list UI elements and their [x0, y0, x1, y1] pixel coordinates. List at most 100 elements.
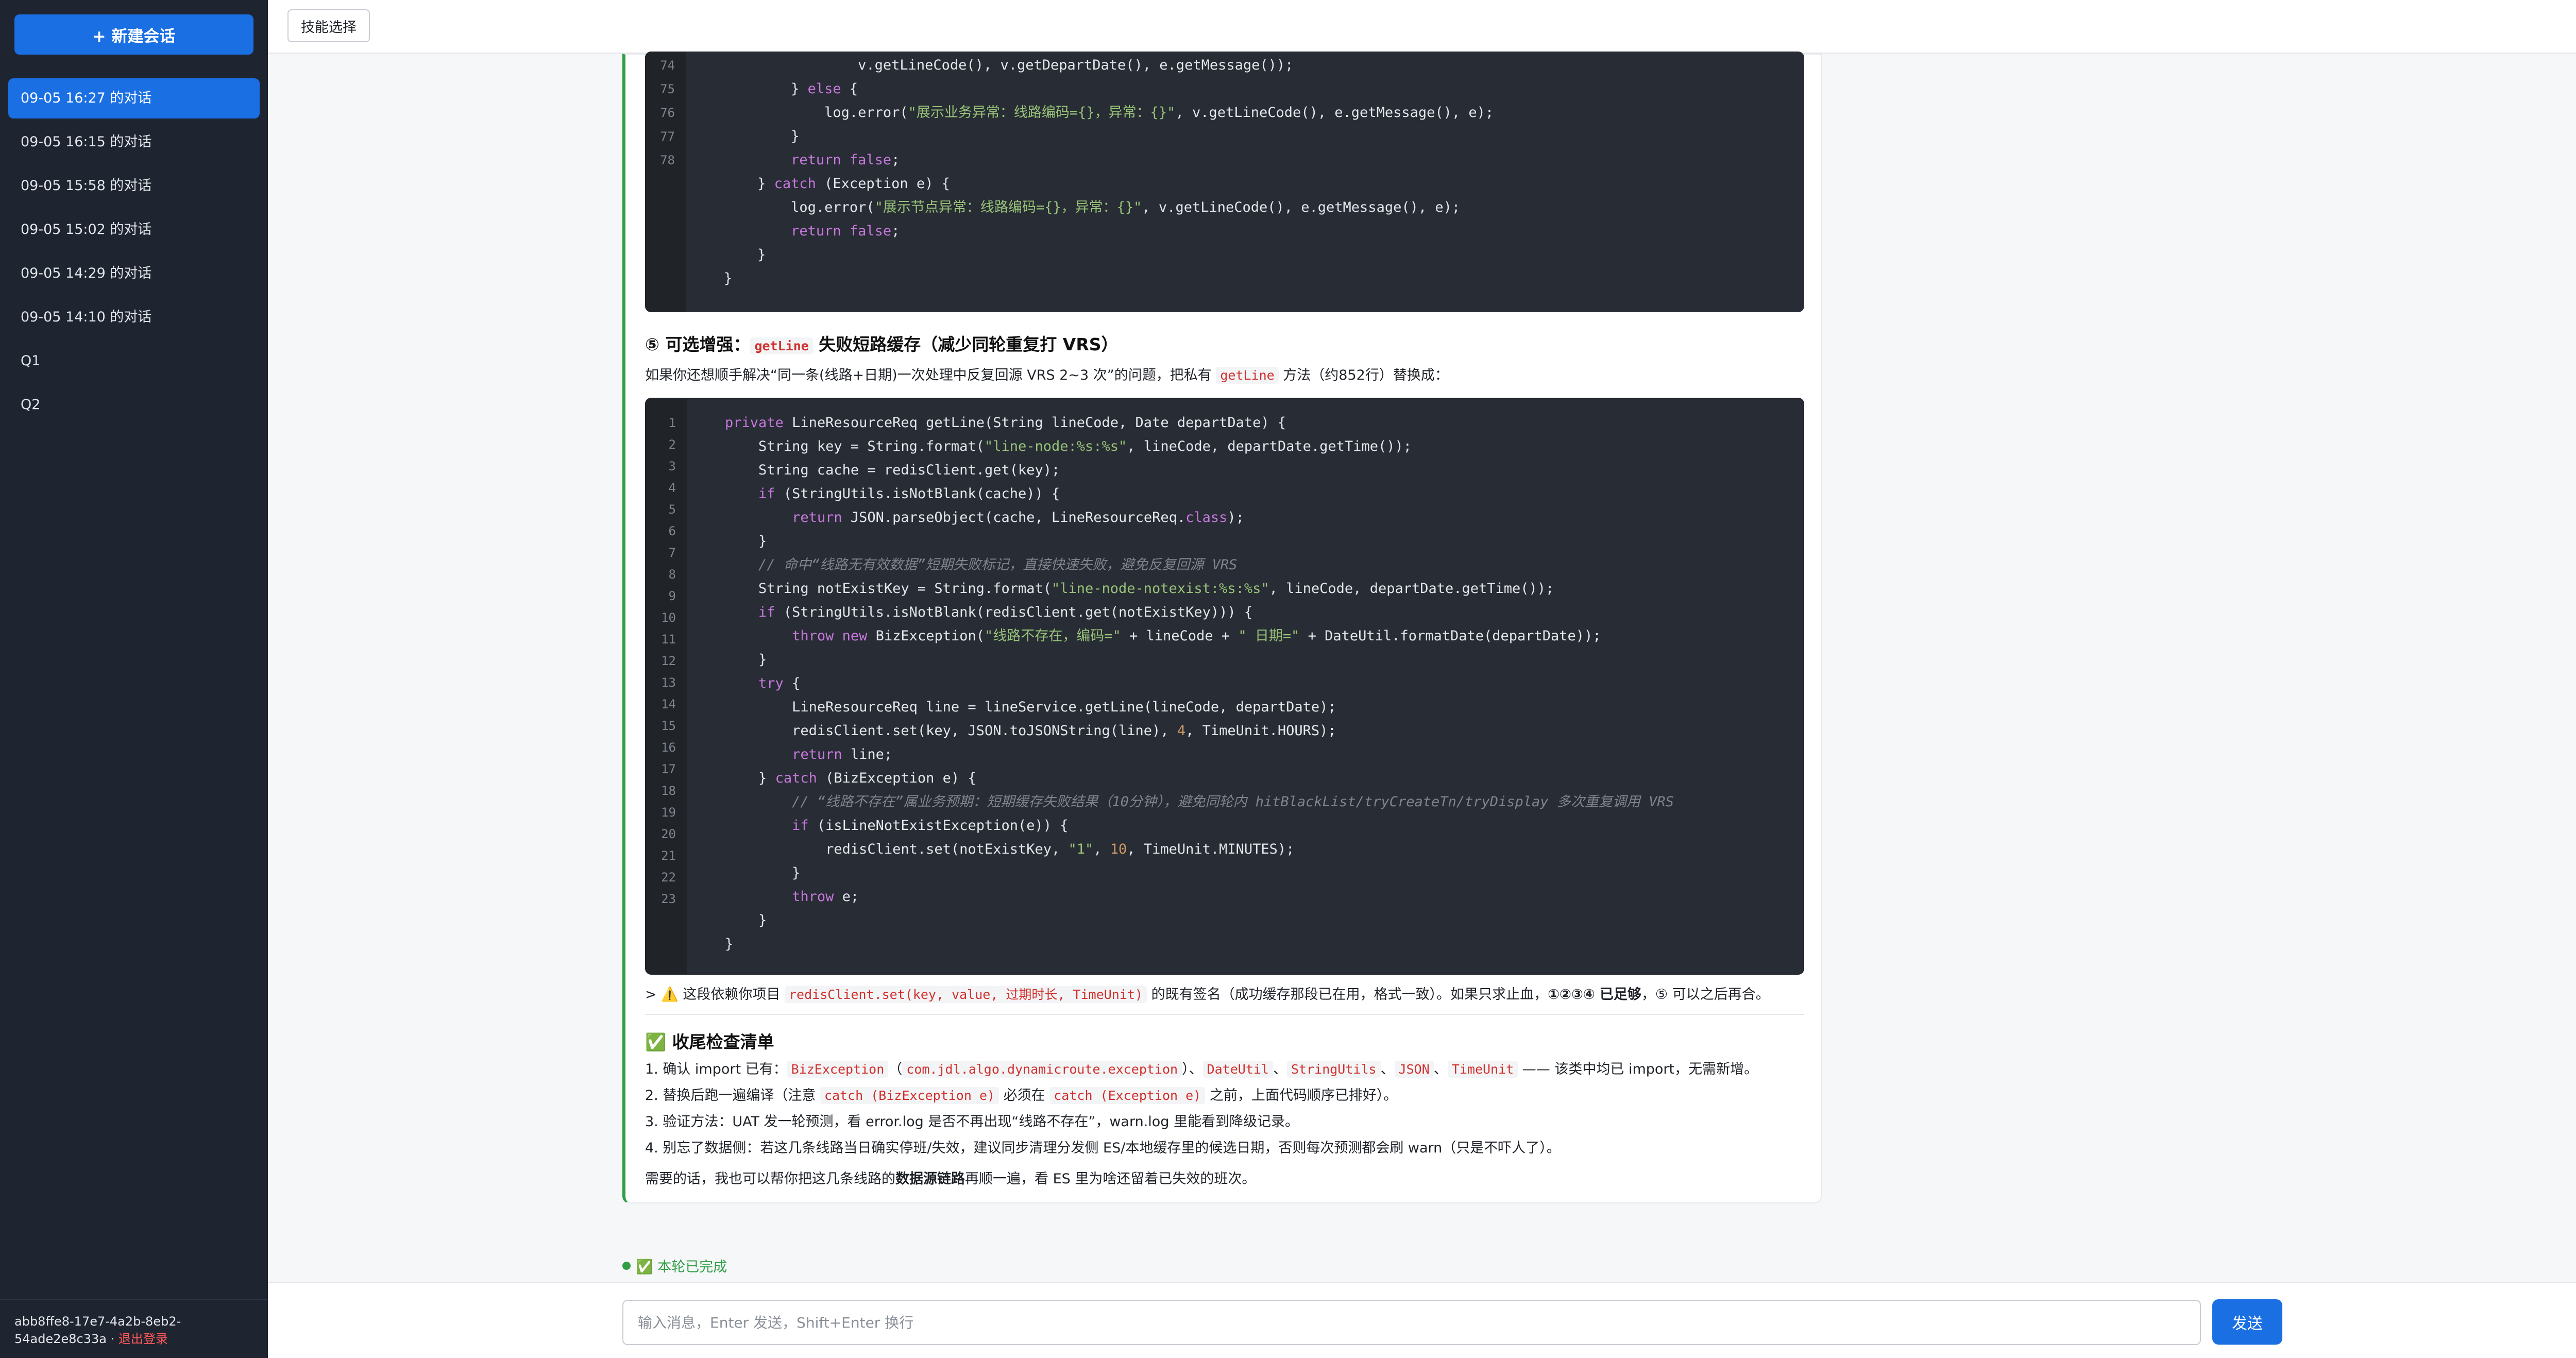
warning-note: > ⚠️ 这段依赖你项目 redisClient.set(key, value,… — [645, 983, 1770, 1003]
conversation-item[interactable]: 09-05 16:27 的对话 — [8, 78, 260, 118]
line-number: 77 — [660, 129, 675, 144]
conversation-item[interactable]: 09-05 15:58 的对话 — [8, 166, 260, 206]
line-number: 15 — [661, 719, 676, 733]
text: 替换后跑一遍编译（注意 — [663, 1088, 820, 1104]
inline-code: redisClient.set(key, value, 过期时长, TimeUn… — [785, 986, 1147, 1003]
code-line: } catch (BizException e) { — [691, 770, 976, 786]
line-number: 20 — [661, 827, 676, 841]
line-number: 23 — [661, 892, 676, 906]
inline-code: catch (BizException e) — [820, 1087, 999, 1104]
text: > ⚠️ 这段依赖你项目 — [645, 987, 785, 1003]
code-line: private LineResourceReq getLine(String l… — [725, 415, 1286, 431]
line-number: 2 — [668, 437, 676, 452]
inline-code: getLine — [750, 337, 813, 354]
text: 、 — [1273, 1061, 1287, 1077]
inline-code: BizException — [787, 1061, 889, 1078]
divider — [645, 1014, 1804, 1015]
conversation-item[interactable]: 09-05 14:29 的对话 — [8, 253, 260, 294]
text: 的既有签名（成功缓存那段已在用，格式一致）。如果只求止血， — [1147, 987, 1548, 1003]
skill-select-button[interactable]: 技能选择 — [287, 9, 370, 42]
text: 需要的话，我也可以帮你把这几条线路的 — [645, 1171, 895, 1187]
line-number: 6 — [668, 524, 676, 538]
line-number: 10 — [661, 610, 676, 625]
line-number: 16 — [661, 740, 676, 755]
line-number: 74 — [660, 58, 675, 73]
code-line: // “线路不存在”属业务预期：短期缓存失败结果（10分钟），避免同轮内 hit… — [792, 794, 1674, 810]
line-number: 75 — [660, 82, 675, 96]
text: 再顺一遍，看 ES 里为啥还留着已失效的班次。 — [965, 1171, 1256, 1187]
status-text: ✅ 本轮已完成 — [636, 1259, 727, 1275]
text: 之前，上面代码顺序已排好）。 — [1205, 1088, 1398, 1104]
text: （ — [888, 1061, 903, 1077]
new-chat-button[interactable]: + 新建会话 — [14, 14, 253, 55]
conversation-list: 09-05 16:27 的对话 09-05 16:15 的对话 09-05 15… — [8, 78, 260, 429]
text: 验证方法：UAT 发一轮预测，看 error.log 是否不再出现“线路不存在”… — [663, 1114, 1299, 1130]
inline-code: com.jdl.algo.dynamicroute.exception — [902, 1061, 1182, 1078]
conversation-item[interactable]: 09-05 15:02 的对话 — [8, 210, 260, 250]
conversation-item[interactable]: 09-05 14:10 的对话 — [8, 297, 260, 337]
text: 方法（约852行）替换成： — [1278, 367, 1449, 383]
line-number: 5 — [668, 502, 676, 517]
inline-code: DateUtil — [1202, 1061, 1273, 1078]
code-line: LineResourceReq line = lineService.getLi… — [691, 699, 1336, 715]
status-dot-icon — [622, 1261, 631, 1270]
inline-code: getLine — [1216, 367, 1279, 384]
code-line: return JSON.parseObject(cache, LineResou… — [792, 510, 1244, 525]
line-number: 76 — [660, 106, 675, 120]
code-line: throw e; — [792, 889, 859, 905]
code-line: throw new BizException("线路不存在，编码=" + lin… — [792, 628, 1601, 644]
code-line: return false; — [791, 152, 900, 168]
code-line: } — [691, 865, 801, 881]
text: ，⑤ 可以之后再合。 — [1641, 987, 1770, 1003]
checklist: 1. 确认 import 已有： BizException （com.jdl.alg… — [645, 1056, 1758, 1161]
code-line: return line; — [792, 746, 893, 762]
line-number: 11 — [661, 632, 676, 647]
inline-code: JSON — [1394, 1061, 1434, 1078]
code-line: String cache = redisClient.get(key); — [691, 462, 1060, 478]
code-line: String notExistKey = String.format("line… — [691, 581, 1554, 597]
inline-code: catch (Exception e) — [1049, 1087, 1206, 1104]
code-block: 1 private LineResourceReq getLine(String… — [645, 398, 1804, 975]
inline-code: TimeUnit — [1447, 1061, 1518, 1078]
list-item: 1. 确认 import 已有： BizException （com.jdl.alg… — [645, 1061, 1758, 1078]
line-number: 17 — [661, 762, 676, 776]
code-line: } — [691, 533, 767, 549]
top-bar: 技能选择 — [268, 0, 2576, 54]
checklist-heading: ✅ 收尾检查清单 — [645, 1032, 774, 1052]
user-id-line: abb8ffe8-17e7-4a2b-8eb2- — [14, 1314, 181, 1329]
input-bar: 发送 — [268, 1282, 2576, 1358]
code-line: } — [691, 912, 767, 928]
line-number: 21 — [661, 848, 676, 863]
message-input[interactable] — [622, 1300, 2201, 1345]
text: 必须在 — [999, 1088, 1050, 1104]
line-number: 7 — [668, 546, 676, 560]
logout-link[interactable]: 退出登录 — [118, 1332, 168, 1346]
line-number: 22 — [661, 870, 676, 885]
list-item: 3. 验证方法：UAT 发一轮预测，看 error.log 是否不再出现“线路不… — [645, 1114, 1299, 1130]
code-line: log.error("展示业务异常：线路编码={}，异常：{}", v.getL… — [690, 105, 1494, 121]
paragraph: 如果你还想顺手解决“同一条(线路+日期)一次处理中反复回源 VRS 2~3 次”… — [645, 364, 1449, 384]
code-line: // 命中“线路无有效数据”短期失败标记，直接快速失败，避免反复回源 VRS — [758, 557, 1238, 573]
sidebar: + 新建会话 09-05 16:27 的对话 09-05 16:15 的对话 0… — [0, 0, 268, 1358]
code-line: log.error("展示节点异常：线路编码={}，异常：{}", v.getL… — [690, 199, 1461, 215]
text: —— 该类中均已 import，无需新增。 — [1518, 1061, 1758, 1077]
code-line: } — [691, 652, 767, 668]
code-line: if (StringUtils.isNotBlank(cache)) { — [758, 486, 1060, 502]
user-info: abb8ffe8-17e7-4a2b-8eb2- 54ade2e8c33a · … — [0, 1299, 268, 1358]
code-block: 74 v.getLineCode(), v.getDepartDate(), e… — [645, 52, 1804, 312]
send-button[interactable]: 发送 — [2212, 1299, 2282, 1345]
conversation-item[interactable]: 09-05 16:15 的对话 — [8, 122, 260, 162]
text: 如果你还想顺手解决“同一条(线路+日期)一次处理中反复回源 VRS 2~3 次”… — [645, 367, 1216, 383]
conversation-item[interactable]: Q1 — [8, 341, 260, 381]
text: 、 — [1433, 1061, 1448, 1077]
user-id-line: 54ade2e8c33a · — [14, 1332, 118, 1346]
code-line: String key = String.format("line-node:%s… — [691, 438, 1412, 454]
bold-text: ①②③④ 已足够 — [1548, 987, 1641, 1003]
code-line: if (StringUtils.isNotBlank(redisClient.g… — [758, 604, 1253, 620]
code-line: } — [690, 270, 733, 286]
conversation-item[interactable]: Q2 — [8, 385, 260, 425]
code-line: v.getLineCode(), v.getDepartDate(), e.ge… — [690, 57, 1294, 73]
line-number: 4 — [668, 481, 676, 495]
code-line: } — [691, 936, 734, 952]
line-number: 78 — [660, 153, 675, 167]
